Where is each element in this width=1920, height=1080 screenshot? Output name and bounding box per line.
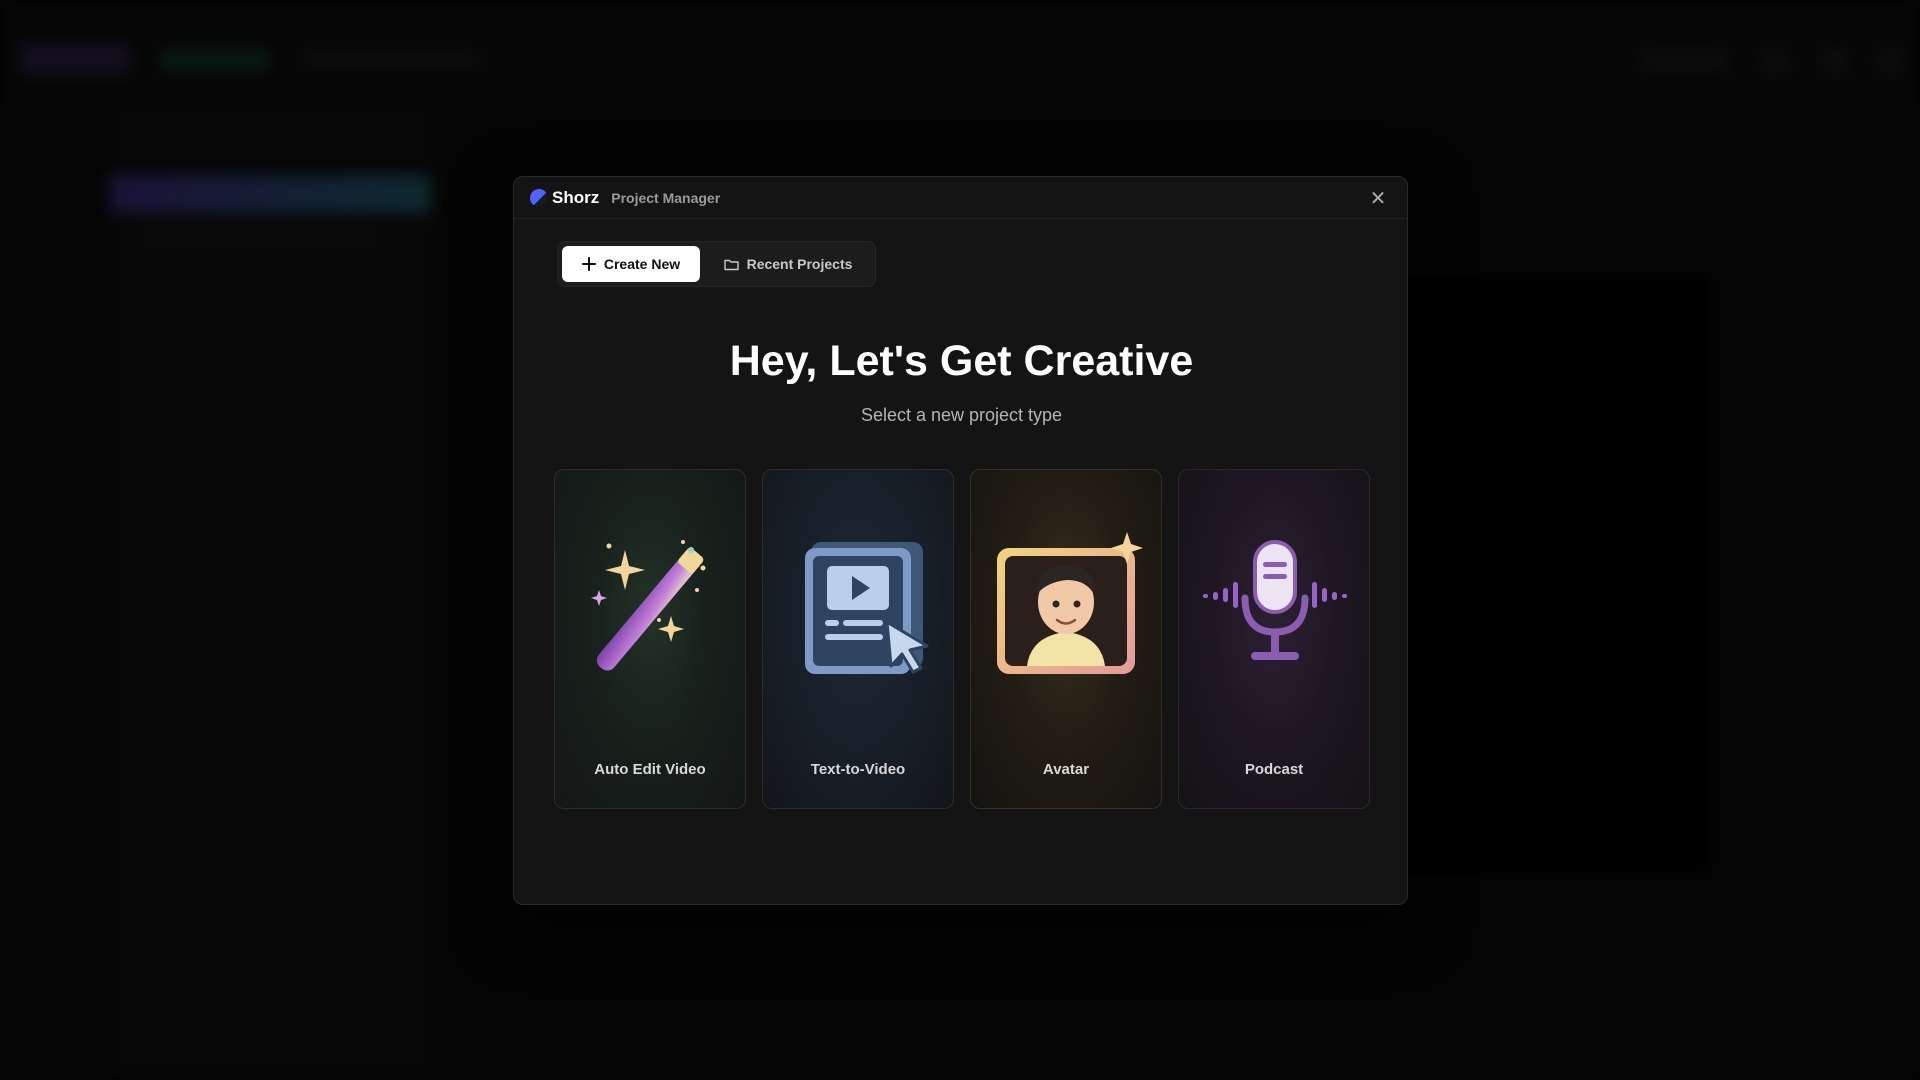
card-auto-edit-video[interactable]: Auto Edit Video xyxy=(554,469,746,809)
shorz-logo-icon xyxy=(530,188,548,207)
microphone-icon xyxy=(1203,540,1347,660)
modal-title: Project Manager xyxy=(611,189,721,206)
card-label: Avatar xyxy=(1042,761,1090,778)
folder-icon xyxy=(723,259,739,270)
close-button[interactable]: ✕ xyxy=(1365,185,1391,211)
project-tabs: Create New Recent Projects xyxy=(557,241,876,287)
tab-create-new[interactable]: Create New xyxy=(562,246,700,282)
magic-wand-icon xyxy=(591,540,706,671)
card-label: Text-to-Video xyxy=(810,761,906,778)
plus-icon xyxy=(581,257,596,271)
project-type-cards: Auto Edit Video Text-to-Video Avatar Pod… xyxy=(554,469,1370,809)
page-subtitle: Select a new project type xyxy=(860,405,1063,425)
brand-name: Shorz xyxy=(552,187,600,207)
card-podcast[interactable]: Podcast xyxy=(1178,469,1370,809)
card-label: Podcast xyxy=(1244,761,1304,778)
avatar-portrait-icon xyxy=(997,532,1143,674)
tab-recent-projects[interactable]: Recent Projects xyxy=(706,246,870,282)
project-manager-modal: Shorz Project Manager ✕ Create New Recen… xyxy=(513,176,1408,905)
tab-create-new-label: Create New xyxy=(603,256,681,272)
card-avatar[interactable]: Avatar xyxy=(970,469,1162,809)
card-label: Auto Edit Video xyxy=(594,761,706,778)
close-icon: ✕ xyxy=(1369,185,1387,210)
modal-header: Shorz Project Manager ✕ xyxy=(514,177,1407,219)
tab-recent-projects-label: Recent Projects xyxy=(746,256,853,272)
page-title: Hey, Let's Get Creative xyxy=(729,337,1194,385)
card-text-to-video[interactable]: Text-to-Video xyxy=(762,469,954,809)
video-document-icon xyxy=(805,542,929,674)
